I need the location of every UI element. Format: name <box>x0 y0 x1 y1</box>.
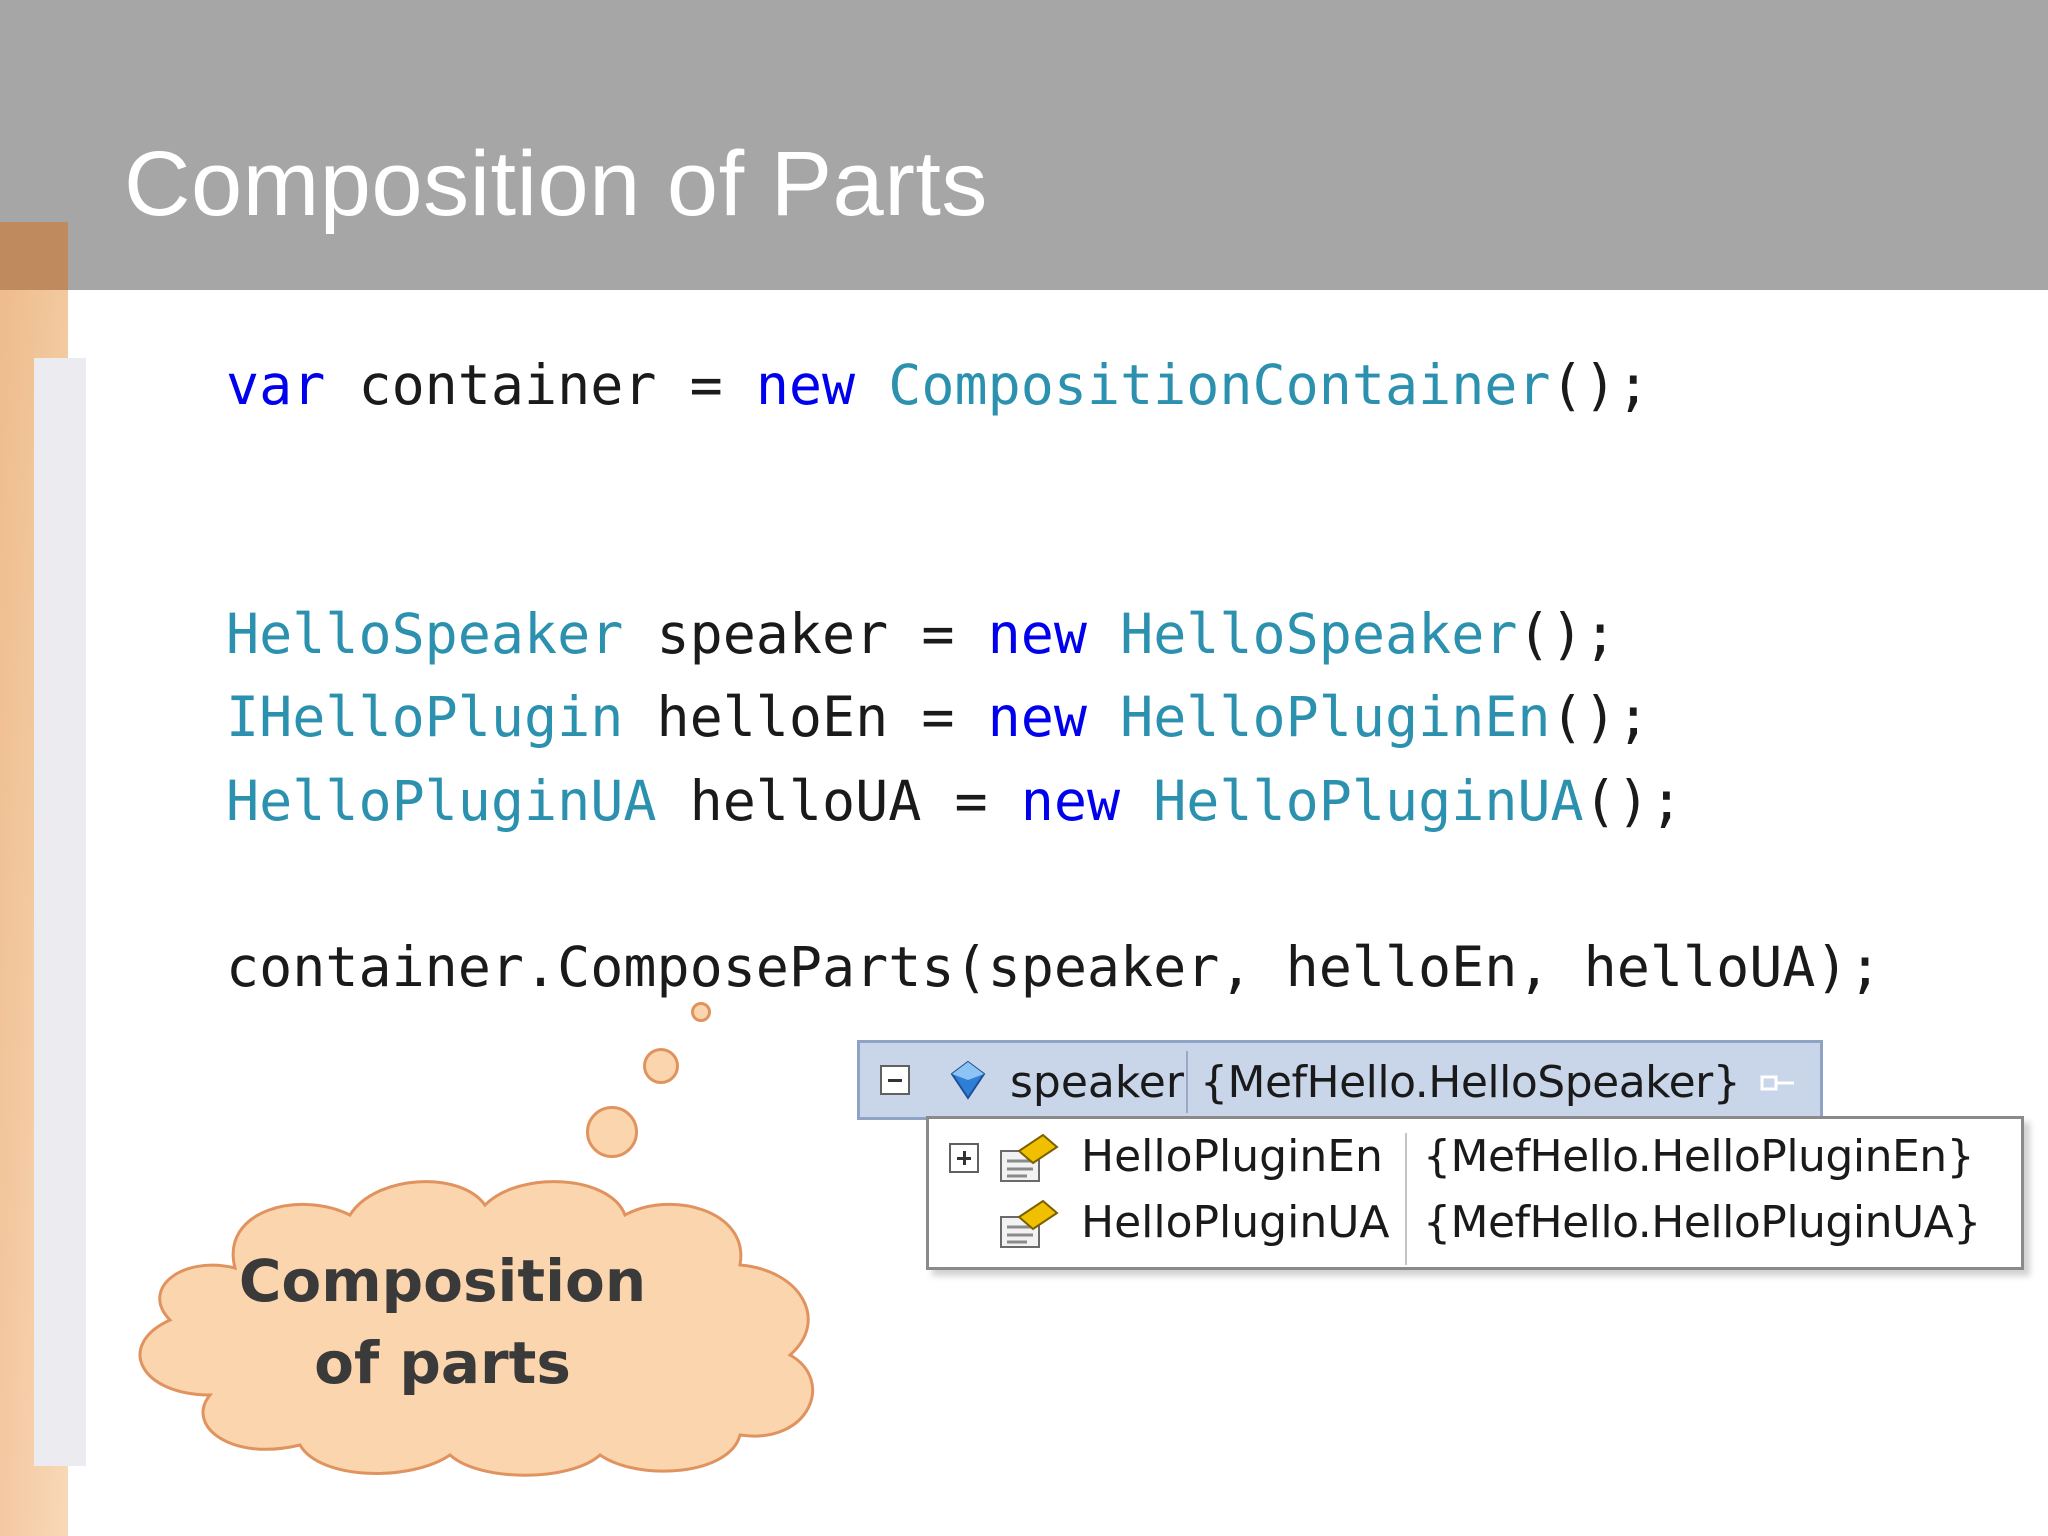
code-text: (); <box>1583 769 1683 833</box>
type-name: HelloPluginUA <box>1153 769 1584 833</box>
code-text: (); <box>1550 685 1650 749</box>
type-name: CompositionContainer <box>888 353 1551 417</box>
field-icon <box>950 1060 986 1100</box>
slide-title: Composition of Parts <box>124 133 988 235</box>
child-value: {MefHello.HelloPluginEn} <box>1423 1131 1975 1182</box>
thought-bubble-medium <box>643 1048 679 1084</box>
type-name: HelloPluginUA <box>226 769 657 833</box>
datatip-child-row[interactable]: HelloPluginEn {MefHello.HelloPluginEn} <box>929 1123 2021 1189</box>
property-icon <box>1000 1133 1059 1182</box>
datatip-child-row[interactable]: HelloPluginUA {MefHello.HelloPluginUA} <box>929 1189 2021 1255</box>
child-name: HelloPluginUA <box>1081 1197 1390 1248</box>
code-line-3: IHelloPlugin helloEn = new HelloPluginEn… <box>226 690 1650 745</box>
type-name: HelloSpeaker <box>226 602 624 666</box>
datatip-variable-name: speaker <box>1010 1057 1184 1108</box>
keyword-var: var <box>226 353 326 417</box>
property-icon <box>1000 1199 1059 1248</box>
code-line-5: container.ComposeParts(speaker, helloEn,… <box>226 935 1882 999</box>
code-text: (); <box>1517 602 1617 666</box>
type-name: HelloPluginEn <box>1120 685 1551 749</box>
expand-button[interactable] <box>949 1143 979 1173</box>
code-line-4: HelloPluginUA helloUA = new HelloPluginU… <box>226 774 1683 829</box>
thought-bubble-small <box>691 1002 711 1022</box>
header-accent-tab <box>0 222 68 290</box>
type-name: IHelloPlugin <box>226 685 624 749</box>
keyword-new: new <box>987 602 1087 666</box>
keyword-new: new <box>1020 769 1121 833</box>
callout-line-1: Composition <box>238 1247 647 1315</box>
keyword-new: new <box>755 353 856 417</box>
code-line-1: var container = new CompositionContainer… <box>226 358 1650 413</box>
datatip-divider <box>1186 1051 1188 1113</box>
code-text: helloEn = <box>623 685 988 749</box>
code-text: (); <box>1550 353 1650 417</box>
children-divider <box>1405 1133 1407 1265</box>
left-inner-panel <box>34 358 86 1466</box>
collapse-button[interactable] <box>880 1065 910 1095</box>
child-value: {MefHello.HelloPluginUA} <box>1423 1197 1981 1248</box>
callout-line-2: of parts <box>314 1329 571 1397</box>
debugger-datatip: speaker {MefHello.HelloSpeaker} <box>857 1040 1823 1120</box>
pin-icon[interactable] <box>1758 1069 1798 1097</box>
child-name: HelloPluginEn <box>1081 1131 1383 1182</box>
thought-bubble-large <box>586 1106 638 1158</box>
datatip-children-panel: HelloPluginEn {MefHello.HelloPluginEn} H… <box>926 1116 2024 1270</box>
callout-text: Composition of parts <box>170 1240 715 1404</box>
type-name: HelloSpeaker <box>1120 602 1518 666</box>
code-text: container = <box>325 353 756 417</box>
code-text: speaker = <box>623 602 988 666</box>
code-text: helloUA = <box>656 769 1021 833</box>
keyword-new: new <box>987 685 1087 749</box>
datatip-variable-value: {MefHello.HelloSpeaker} <box>1200 1057 1741 1108</box>
code-line-2: HelloSpeaker speaker = new HelloSpeaker(… <box>226 607 1617 662</box>
